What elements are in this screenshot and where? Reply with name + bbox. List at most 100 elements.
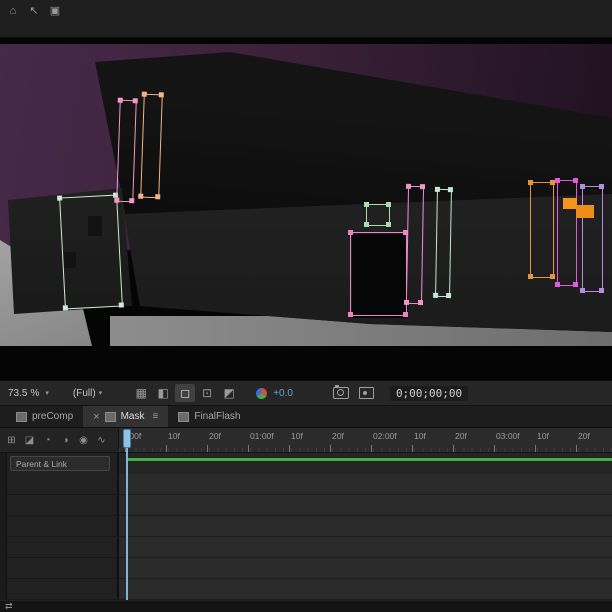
mask-path[interactable] [348,230,408,317]
tick-label: 03:00f [496,431,520,441]
mask-vertex[interactable] [141,91,147,97]
mask-vertex[interactable] [132,98,138,104]
mask-path[interactable] [580,184,604,293]
mask-vertex[interactable] [117,97,123,103]
mask-vertex[interactable] [348,230,353,235]
exposure-value[interactable]: +0.0 [273,388,293,399]
hide-shy-layers-icon[interactable]: ◔ [39,432,56,448]
mask-vertex[interactable] [158,92,164,98]
mask-vertex[interactable] [580,288,585,293]
mask-vertex[interactable] [129,198,135,204]
frame-blending-icon[interactable]: ◑ [57,432,74,448]
tick-mark [248,445,249,452]
mask-vertex[interactable] [114,197,120,203]
magnification-value: 73.5 [8,387,28,399]
mask-vertex[interactable] [573,282,578,287]
tick-mark [371,445,372,452]
tab-label: FinalFlash [194,411,241,422]
mask-path[interactable] [57,192,124,311]
mask-fill[interactable] [563,198,577,209]
mask-vertex[interactable] [62,305,69,311]
mask-path[interactable] [364,202,391,227]
mask-path[interactable] [114,97,138,204]
playhead[interactable] [123,429,131,448]
composition-toolbar: 73.5 % ▾ (Full) ▾ ▦ ◧ ◻ ⊡ ◩ +0.0 0;00;00;00 [0,380,612,406]
mask-path[interactable] [555,178,578,287]
mask-vertex[interactable] [528,274,533,279]
composition-icon [178,411,190,422]
mask-fill[interactable] [576,205,594,218]
workspace-panel-icon[interactable]: ▣ [46,3,64,18]
mask-vertex[interactable] [555,282,560,287]
tick-mark [494,445,495,452]
magnification-dropdown[interactable]: 73.5 % ▾ [8,388,49,399]
mask-path[interactable] [433,186,453,299]
mask-vertex[interactable] [550,274,555,279]
timeline-toggle-bar: ⊞ ◪ ◔ ◑ ◉ ∿ [0,428,118,453]
mask-vertex[interactable] [138,193,144,199]
mask-vertex[interactable] [386,202,391,207]
mask-vertex[interactable] [446,293,452,299]
mask-vertex[interactable] [434,186,440,192]
mask-vertex[interactable] [403,299,410,305]
current-time-display[interactable]: 0;00;00;00 [389,385,469,401]
mask-vertex[interactable] [348,312,353,317]
mask-vertex[interactable] [433,292,439,298]
motion-blur-icon[interactable]: ◉ [75,432,92,448]
mask-path[interactable] [138,91,164,200]
mask-vertex[interactable] [403,312,408,317]
tab-mask[interactable]: × Mask ≡ [83,406,169,427]
layer-row [7,495,118,516]
time-ruler[interactable]: :00f 10f 20f 01:00f 10f 20f 02:00f 10f 20f 03:00f… [118,428,612,453]
tick-label: 10f [537,431,549,441]
color-management-icon[interactable] [256,387,268,399]
mask-vertex[interactable] [599,184,604,189]
tab-finalflash[interactable]: FinalFlash [168,406,250,427]
parent-link-column-header[interactable]: Parent & Link [10,456,110,471]
mask-vertex[interactable] [417,300,424,306]
tick-mark [412,445,413,452]
toggle-mask-path-visibility-icon[interactable]: ◻ [175,384,196,402]
chevron-down-icon: ▾ [98,390,103,397]
toggle-switches-icon[interactable]: ⇄ [5,602,13,611]
resolution-dropdown[interactable]: (Full) ▾ [73,388,102,399]
mask-vertex[interactable] [386,222,391,227]
av-features-column [0,453,7,600]
home-icon[interactable]: ⌂ [4,3,22,18]
tab-precomp[interactable]: preComp [6,406,83,427]
mask-vertex[interactable] [405,183,412,189]
composition-mini-flowchart-icon[interactable]: ⊞ [3,432,20,448]
mask-vertex[interactable] [57,195,63,201]
snapshot-camera-icon[interactable] [332,385,349,399]
composition-viewport[interactable] [0,38,612,380]
mask-vertex[interactable] [580,184,585,189]
panel-menu-icon[interactable]: ≡ [152,411,158,422]
mask-path[interactable] [528,180,555,279]
mask-vertex[interactable] [155,194,161,200]
mask-vertex[interactable] [447,187,453,193]
fast-previews-icon[interactable]: ◩ [219,384,239,402]
mask-vertex[interactable] [555,178,560,183]
mask-vertex[interactable] [573,178,578,183]
mask-vertex[interactable] [364,222,369,227]
mask-vertex[interactable] [419,184,426,190]
toggle-transparency-grid-icon[interactable]: ◧ [153,384,173,402]
mask-path[interactable] [403,183,426,306]
mask-vertex[interactable] [599,288,604,293]
graph-editor-icon[interactable]: ∿ [93,432,110,448]
close-tab-icon[interactable]: × [93,411,99,423]
region-of-interest-icon[interactable]: ⊡ [197,384,217,402]
draft-3d-icon[interactable]: ◪ [21,432,38,448]
show-snapshot-icon[interactable] [358,387,374,399]
selection-tool-icon[interactable]: ↖ [25,3,43,18]
magnification-unit: % [30,387,40,399]
track-area[interactable] [118,453,612,600]
timeline-track-row [119,474,612,495]
timeline-tabs: preComp × Mask ≡ FinalFlash [0,406,612,428]
choose-grid-guide-options-icon[interactable]: ▦ [131,384,151,402]
mask-vertex[interactable] [118,302,124,308]
layer-row [7,579,118,600]
mask-vertex[interactable] [364,202,369,207]
timeline-track-row [119,558,612,579]
mask-vertex[interactable] [528,180,533,185]
